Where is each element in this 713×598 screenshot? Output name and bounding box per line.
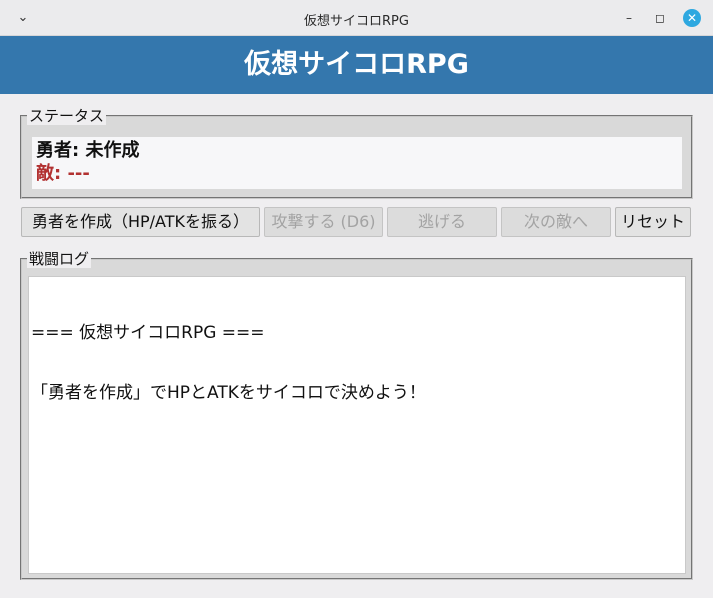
- minimize-icon[interactable]: –: [620, 9, 638, 27]
- hero-status: 勇者: 未作成: [36, 140, 140, 161]
- next-enemy-button[interactable]: 次の敵へ: [501, 207, 611, 237]
- create-hero-button[interactable]: 勇者を作成（HP/ATKを振る）: [21, 207, 260, 237]
- log-line: === 仮想サイコロRPG ===: [31, 323, 265, 343]
- log-line: 「勇者を作成」でHPとATKをサイコロで決めよう！: [31, 383, 426, 403]
- enemy-status: 敵: ---: [36, 163, 90, 184]
- window-title: 仮想サイコロRPG: [304, 14, 409, 29]
- reset-button[interactable]: リセット: [615, 207, 691, 237]
- attack-button[interactable]: 攻撃する (D6): [264, 207, 383, 237]
- app-header-title: 仮想サイコロRPG: [0, 36, 713, 94]
- battle-log-legend: 戦闘ログ: [27, 250, 92, 268]
- close-icon[interactable]: ✕: [683, 9, 701, 27]
- status-legend: ステータス: [27, 107, 107, 125]
- status-groupbox: ステータス 勇者: 未作成 敵: ---: [20, 107, 693, 199]
- flee-button[interactable]: 逃げる: [387, 207, 497, 237]
- battle-log-groupbox: 戦闘ログ === 仮想サイコロRPG === 「勇者を作成」でHPとATKをサイ…: [20, 250, 693, 580]
- maximize-icon[interactable]: ◻: [651, 9, 669, 27]
- battle-log-text[interactable]: === 仮想サイコロRPG === 「勇者を作成」でHPとATKをサイコロで決め…: [28, 276, 686, 574]
- status-panel: 勇者: 未作成 敵: ---: [32, 137, 682, 189]
- window-titlebar: ⌄ 仮想サイコロRPG – ◻ ✕: [0, 0, 713, 36]
